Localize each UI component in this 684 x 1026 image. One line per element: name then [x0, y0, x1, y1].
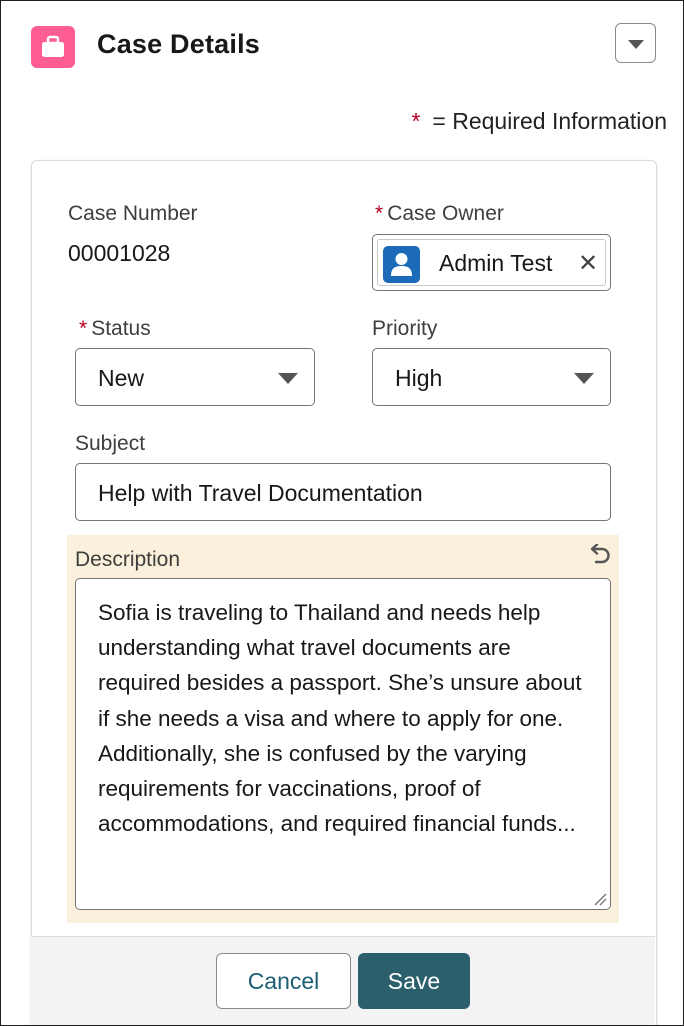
case-details-panel: Case Details * = Required Information Cas…	[0, 0, 684, 1026]
case-owner-value: Admin Test	[439, 250, 553, 276]
case-owner-label: * Case Owner	[375, 202, 504, 226]
resize-handle-icon[interactable]	[593, 892, 607, 906]
actions-menu-button[interactable]	[615, 23, 656, 63]
chevron-down-icon	[628, 40, 644, 49]
description-value: Sofia is traveling to Thailand and needs…	[98, 600, 582, 837]
page-title: Case Details	[97, 29, 260, 59]
status-label-text: Status	[91, 317, 151, 340]
description-label: Description	[75, 548, 181, 571]
save-button[interactable]: Save	[358, 953, 470, 1009]
chevron-down-icon	[278, 373, 298, 384]
status-value: New	[98, 365, 145, 391]
undo-icon[interactable]	[587, 543, 611, 571]
close-icon[interactable]: ✕	[578, 252, 598, 276]
briefcase-icon	[31, 26, 75, 68]
priority-label: Priority	[372, 317, 438, 340]
subject-value: Help with Travel Documentation	[98, 480, 423, 506]
status-label: * Status	[79, 317, 151, 341]
description-textarea[interactable]: Sofia is traveling to Thailand and needs…	[75, 578, 611, 910]
case-owner-pill[interactable]: Admin Test ✕	[377, 239, 606, 286]
priority-select[interactable]: High	[372, 348, 611, 406]
case-number-label: Case Number	[68, 202, 198, 225]
subject-input[interactable]: Help with Travel Documentation	[75, 463, 611, 521]
case-number-value: 00001028	[68, 240, 171, 266]
cancel-button[interactable]: Cancel	[216, 953, 351, 1009]
case-owner-label-text: Case Owner	[387, 202, 504, 225]
case-owner-lookup[interactable]: Admin Test ✕	[372, 234, 611, 291]
required-symbol: *	[79, 317, 88, 340]
required-info-note: * = Required Information	[411, 108, 667, 135]
priority-value: High	[395, 365, 443, 391]
user-icon	[383, 246, 420, 283]
subject-label: Subject	[75, 432, 146, 455]
required-info-text: = Required Information	[432, 108, 667, 134]
status-select[interactable]: New	[75, 348, 315, 406]
required-symbol: *	[411, 108, 421, 134]
chevron-down-icon	[574, 373, 594, 384]
required-symbol: *	[375, 202, 384, 225]
